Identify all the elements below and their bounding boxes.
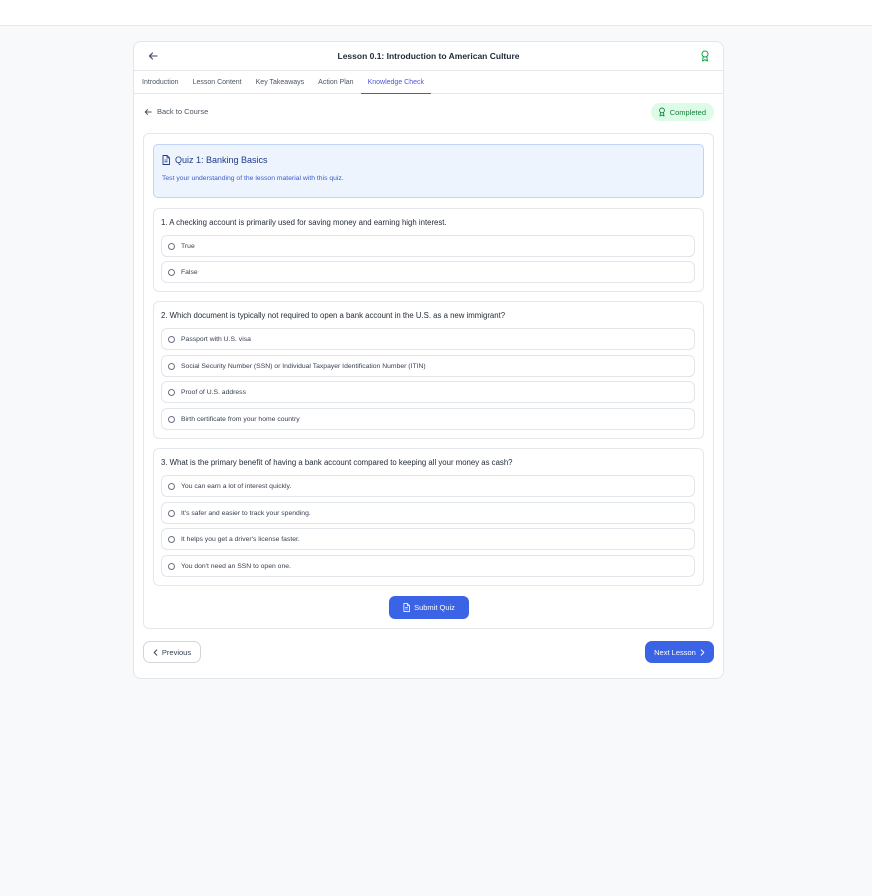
lesson-tabs: Introduction Lesson Content Key Takeaway… bbox=[134, 71, 723, 94]
option-q3-2[interactable]: It's safer and easier to track your spen… bbox=[161, 502, 695, 524]
question-text: 1. A checking account is primarily used … bbox=[161, 218, 447, 227]
arrow-left-icon bbox=[144, 108, 152, 116]
option-label: False bbox=[181, 268, 198, 276]
radio-button[interactable] bbox=[168, 509, 175, 517]
option-label: Birth certificate from your home country bbox=[181, 415, 300, 423]
option-label: Passport with U.S. visa bbox=[181, 335, 251, 343]
award-icon bbox=[698, 49, 712, 63]
radio-button[interactable] bbox=[168, 242, 175, 250]
file-text-icon bbox=[162, 155, 170, 165]
tab-action-plan[interactable]: Action Plan bbox=[311, 71, 360, 93]
option-q1-false[interactable]: False bbox=[161, 261, 695, 283]
submit-quiz-label: Submit Quiz bbox=[414, 603, 455, 612]
radio-button[interactable] bbox=[168, 562, 175, 570]
quiz-title: Quiz 1: Banking Basics bbox=[162, 155, 268, 165]
option-q2-3[interactable]: Proof of U.S. address bbox=[161, 381, 695, 403]
question-text: 3. What is the primary benefit of having… bbox=[161, 458, 513, 467]
chevron-left-icon bbox=[153, 648, 158, 656]
radio-button[interactable] bbox=[168, 415, 175, 423]
previous-label: Previous bbox=[161, 647, 192, 657]
option-q3-3[interactable]: It helps you get a driver's license fast… bbox=[161, 528, 695, 550]
option-label: You can earn a lot of interest quickly. bbox=[181, 482, 292, 490]
lesson-title: Lesson 0.1: Introduction to American Cul… bbox=[337, 51, 520, 61]
radio-button[interactable] bbox=[168, 535, 175, 543]
tab-lesson-content[interactable]: Lesson Content bbox=[186, 71, 249, 93]
option-q3-1[interactable]: You can earn a lot of interest quickly. bbox=[161, 475, 695, 497]
next-lesson-button[interactable]: Next Lesson bbox=[645, 641, 714, 663]
top-bar bbox=[0, 0, 872, 26]
option-label: Social Security Number (SSN) or Individu… bbox=[181, 362, 426, 370]
quiz-title-text: Quiz 1: Banking Basics bbox=[175, 155, 268, 165]
radio-button[interactable] bbox=[168, 388, 175, 396]
back-to-course-label: Back to Course bbox=[157, 107, 209, 116]
submit-quiz-button[interactable]: Submit Quiz bbox=[389, 596, 469, 619]
quiz-description: Test your understanding of the lesson ma… bbox=[162, 175, 344, 182]
lesson-card: Lesson 0.1: Introduction to American Cul… bbox=[133, 41, 724, 679]
option-label: True bbox=[181, 242, 195, 250]
file-text-icon bbox=[403, 603, 411, 612]
option-q3-4[interactable]: You don't need an SSN to open one. bbox=[161, 555, 695, 577]
question-3: 3. What is the primary benefit of having… bbox=[153, 448, 704, 586]
option-q2-1[interactable]: Passport with U.S. visa bbox=[161, 328, 695, 350]
quiz-header: Quiz 1: Banking Basics Test your underst… bbox=[153, 144, 704, 198]
option-label: You don't need an SSN to open one. bbox=[181, 562, 291, 570]
award-icon bbox=[658, 107, 666, 117]
option-label: It's safer and easier to track your spen… bbox=[181, 509, 311, 517]
radio-button[interactable] bbox=[168, 335, 175, 343]
tab-knowledge-check[interactable]: Knowledge Check bbox=[360, 71, 432, 94]
completed-label: Completed bbox=[669, 107, 706, 117]
completed-badge: Completed bbox=[650, 103, 714, 121]
option-label: Proof of U.S. address bbox=[181, 388, 246, 396]
chevron-right-icon bbox=[700, 648, 705, 656]
option-q2-4[interactable]: Birth certificate from your home country bbox=[161, 408, 695, 430]
sub-bar: Back to Course Completed bbox=[134, 94, 723, 131]
question-2: 2. Which document is typically not requi… bbox=[153, 301, 704, 439]
previous-button[interactable]: Previous bbox=[143, 641, 201, 663]
tab-introduction[interactable]: Introduction bbox=[135, 71, 186, 93]
back-arrow-icon[interactable] bbox=[146, 49, 160, 63]
next-lesson-label: Next Lesson bbox=[654, 647, 696, 657]
radio-button[interactable] bbox=[168, 482, 175, 490]
tab-key-takeaways[interactable]: Key Takeaways bbox=[249, 71, 312, 93]
radio-button[interactable] bbox=[168, 268, 175, 276]
back-to-course-link[interactable]: Back to Course bbox=[144, 107, 208, 116]
radio-button[interactable] bbox=[168, 362, 175, 370]
quiz-container: Quiz 1: Banking Basics Test your underst… bbox=[143, 133, 714, 629]
question-text: 2. Which document is typically not requi… bbox=[161, 311, 506, 320]
option-q1-true[interactable]: True bbox=[161, 235, 695, 257]
question-1: 1. A checking account is primarily used … bbox=[153, 208, 704, 292]
option-label: It helps you get a driver's license fast… bbox=[181, 535, 300, 543]
option-q2-2[interactable]: Social Security Number (SSN) or Individu… bbox=[161, 355, 695, 377]
lesson-header: Lesson 0.1: Introduction to American Cul… bbox=[134, 42, 723, 71]
